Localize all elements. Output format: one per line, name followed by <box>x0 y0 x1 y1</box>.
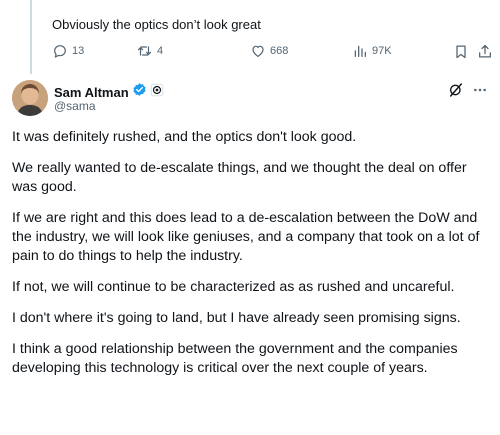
share-button[interactable] <box>477 43 493 60</box>
post-paragraph: If not, we will continue to be character… <box>12 279 455 295</box>
post-paragraph: It was definitely rushed, and the optics… <box>12 129 357 145</box>
affiliate-badge-icon[interactable] <box>150 83 164 102</box>
repost-button[interactable]: 4 <box>136 43 163 59</box>
views-count: 97K <box>372 45 392 57</box>
views-button[interactable]: 97K <box>352 43 392 59</box>
bookmark-button[interactable] <box>453 43 469 60</box>
grok-icon <box>448 83 464 102</box>
post-header: Sam Altman @sama <box>12 80 488 120</box>
bookmark-icon <box>453 43 469 60</box>
repost-count: 4 <box>157 45 164 57</box>
author-handle[interactable]: @sama <box>54 99 96 113</box>
reply-button[interactable]: 13 <box>52 43 84 59</box>
post-paragraph: If we are right and this does lead to a … <box>12 210 480 264</box>
heart-icon <box>250 43 266 59</box>
grok-button[interactable] <box>448 82 464 103</box>
post-paragraph: I don't where it's going to land, but I … <box>12 310 461 326</box>
verified-badge-icon <box>132 82 147 102</box>
more-icon <box>472 85 488 102</box>
more-options-button[interactable] <box>472 82 488 103</box>
reply-count: 13 <box>72 45 85 57</box>
like-count: 668 <box>270 45 289 57</box>
previous-post-text: Obviously the optics don’t look great <box>52 17 261 32</box>
post-paragraph: I think a good relationship between the … <box>12 341 458 376</box>
views-chart-icon <box>352 43 368 59</box>
post-paragraph: We really wanted to de-escalate things, … <box>12 160 467 195</box>
repost-icon <box>136 43 153 59</box>
post-body: It was definitely rushed, and the optics… <box>12 128 492 390</box>
previous-post-action-bar: 13 4 668 97K <box>52 43 491 63</box>
reply-icon <box>52 43 68 59</box>
share-icon <box>477 43 493 60</box>
avatar[interactable] <box>12 80 48 116</box>
thread-connector-line <box>30 0 32 74</box>
like-button[interactable]: 668 <box>250 43 288 59</box>
author-display-name[interactable]: Sam Altman <box>54 85 129 100</box>
